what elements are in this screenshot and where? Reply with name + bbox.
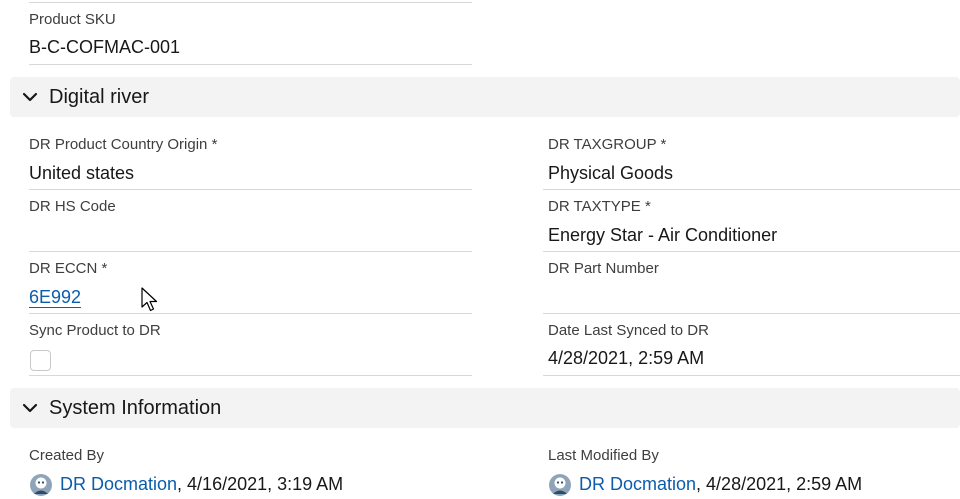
eccn-link[interactable]: 6E992 bbox=[29, 287, 81, 308]
taxgroup-divider bbox=[543, 189, 960, 190]
user-avatar-icon bbox=[549, 474, 571, 496]
taxtype-divider bbox=[543, 251, 960, 252]
hs-code-label: DR HS Code bbox=[29, 198, 116, 215]
sync-checkbox[interactable] bbox=[30, 350, 51, 371]
last-synced-label: Date Last Synced to DR bbox=[548, 322, 709, 339]
top-divider bbox=[29, 2, 472, 3]
taxgroup-value: Physical Goods bbox=[548, 163, 674, 183]
country-origin-label: DR Product Country Origin * bbox=[29, 136, 218, 153]
part-number-divider bbox=[543, 313, 960, 314]
sku-divider bbox=[29, 64, 472, 65]
chevron-down-icon bbox=[22, 403, 38, 413]
mouse-pointer-icon bbox=[141, 287, 158, 312]
part-number-label: DR Part Number bbox=[548, 260, 659, 277]
user-avatar-icon bbox=[30, 474, 52, 496]
modified-by-user-link[interactable]: DR Docmation bbox=[579, 474, 696, 494]
last-synced-divider bbox=[543, 375, 960, 376]
sync-label: Sync Product to DR bbox=[29, 322, 161, 339]
country-origin-value: United states bbox=[29, 163, 135, 183]
chevron-down-icon bbox=[22, 92, 38, 102]
section-title-system-information: System Information bbox=[49, 397, 222, 419]
created-by-date: , 4/16/2021, 3:19 AM bbox=[177, 474, 344, 494]
section-system-information[interactable]: System Information bbox=[10, 388, 960, 428]
sync-divider bbox=[29, 375, 472, 376]
hs-code-divider bbox=[29, 251, 472, 252]
section-digital-river[interactable]: Digital river bbox=[10, 77, 960, 117]
taxtype-value: Energy Star - Air Conditioner bbox=[548, 225, 778, 245]
sku-label: Product SKU bbox=[29, 11, 116, 28]
taxtype-label: DR TAXTYPE * bbox=[548, 198, 651, 215]
section-title-digital-river: Digital river bbox=[49, 86, 150, 108]
created-by-user-link[interactable]: DR Docmation bbox=[60, 474, 177, 494]
eccn-divider bbox=[29, 313, 472, 314]
country-origin-divider bbox=[29, 189, 472, 190]
sku-value: B-C-COFMAC-001 bbox=[29, 37, 181, 57]
created-by-label: Created By bbox=[29, 447, 105, 464]
created-by-line: DR Docmation, 4/16/2021, 3:19 AM bbox=[60, 474, 343, 495]
taxgroup-label: DR TAXGROUP * bbox=[548, 136, 667, 153]
eccn-label: DR ECCN * bbox=[29, 260, 108, 277]
modified-by-line: DR Docmation, 4/28/2021, 2:59 AM bbox=[579, 474, 862, 495]
modified-by-label: Last Modified By bbox=[548, 447, 659, 464]
last-synced-value: 4/28/2021, 2:59 AM bbox=[548, 348, 705, 368]
modified-by-date: , 4/28/2021, 2:59 AM bbox=[696, 474, 863, 494]
